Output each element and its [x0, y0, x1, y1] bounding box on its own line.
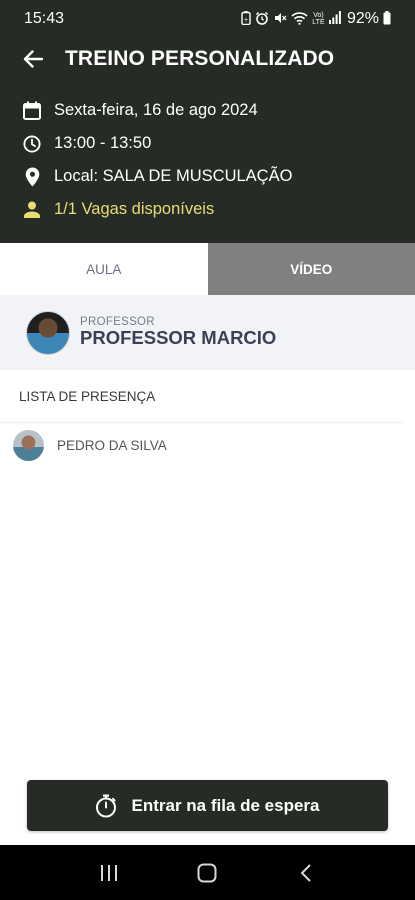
professor-info: PROFESSOR PROFESSOR MARCIO	[80, 316, 276, 349]
home-icon	[197, 863, 217, 882]
status-time: 15:43	[24, 10, 65, 27]
title-bar: TREINO PERSONALIZADO	[0, 38, 415, 80]
back-nav-icon	[300, 863, 311, 882]
system-nav-bar	[0, 845, 415, 900]
home-button[interactable]	[187, 853, 227, 893]
professor-name: PROFESSOR MARCIO	[80, 327, 277, 348]
attendee-name: PEDRO DA SILVA	[57, 437, 167, 453]
tab-bar: AULA VÍDEO	[0, 243, 415, 295]
back-button[interactable]	[20, 46, 46, 72]
avatar	[13, 429, 44, 461]
arrow-left-icon	[23, 50, 43, 68]
recent-apps-button[interactable]	[89, 853, 129, 893]
tab-video[interactable]: VÍDEO	[207, 243, 415, 295]
date-row: Sexta-feira, 16 de ago 2024	[0, 94, 415, 127]
volte-icon: Vo) LTE	[312, 12, 325, 26]
signal-icon	[328, 11, 341, 27]
svg-text:+: +	[244, 17, 248, 24]
alarm-icon	[255, 11, 269, 28]
location-text: Local: SALA DE MUSCULAÇÃO	[54, 167, 293, 185]
attendance-title: LISTA DE PRESENÇA	[0, 370, 403, 423]
battery-icon	[383, 10, 391, 28]
class-info: Sexta-feira, 16 de ago 2024 13:00 - 13:5…	[0, 80, 415, 226]
professor-avatar	[26, 310, 70, 355]
time-text: 13:00 - 13:50	[54, 134, 152, 152]
tab-aula[interactable]: AULA	[0, 243, 208, 295]
calendar-icon	[22, 101, 42, 121]
location-pin-icon	[22, 167, 42, 187]
person-icon	[22, 200, 42, 220]
back-nav-button[interactable]	[286, 853, 326, 893]
stopwatch-icon	[95, 794, 117, 818]
list-item: PEDRO DA SILVA	[0, 423, 415, 467]
header: 15:43 + Vo) LTE 92% TREINO PERSONALIZADO…	[0, 0, 415, 243]
join-waitlist-label: Entrar na fila de espera	[131, 795, 320, 815]
status-bar: 15:43 + Vo) LTE 92%	[0, 0, 415, 38]
vacancies-text: 1/1 Vagas disponíveis	[54, 200, 215, 218]
wifi-icon	[291, 11, 308, 28]
clock-icon	[22, 134, 42, 154]
battery-percent: 92%	[346, 10, 379, 27]
status-icons: + Vo) LTE 92%	[241, 10, 391, 28]
join-waitlist-button[interactable]: Entrar na fila de espera	[27, 780, 388, 831]
recent-apps-icon	[101, 864, 118, 881]
page-title: TREINO PERSONALIZADO	[65, 47, 335, 70]
date-text: Sexta-feira, 16 de ago 2024	[54, 101, 258, 119]
mute-icon	[273, 11, 287, 28]
vacancies-row: 1/1 Vagas disponíveis	[0, 193, 415, 226]
professor-card: PROFESSOR PROFESSOR MARCIO	[0, 295, 415, 370]
battery-saver-icon: +	[241, 10, 251, 28]
time-row: 13:00 - 13:50	[0, 127, 415, 160]
location-row: Local: SALA DE MUSCULAÇÃO	[0, 160, 415, 193]
